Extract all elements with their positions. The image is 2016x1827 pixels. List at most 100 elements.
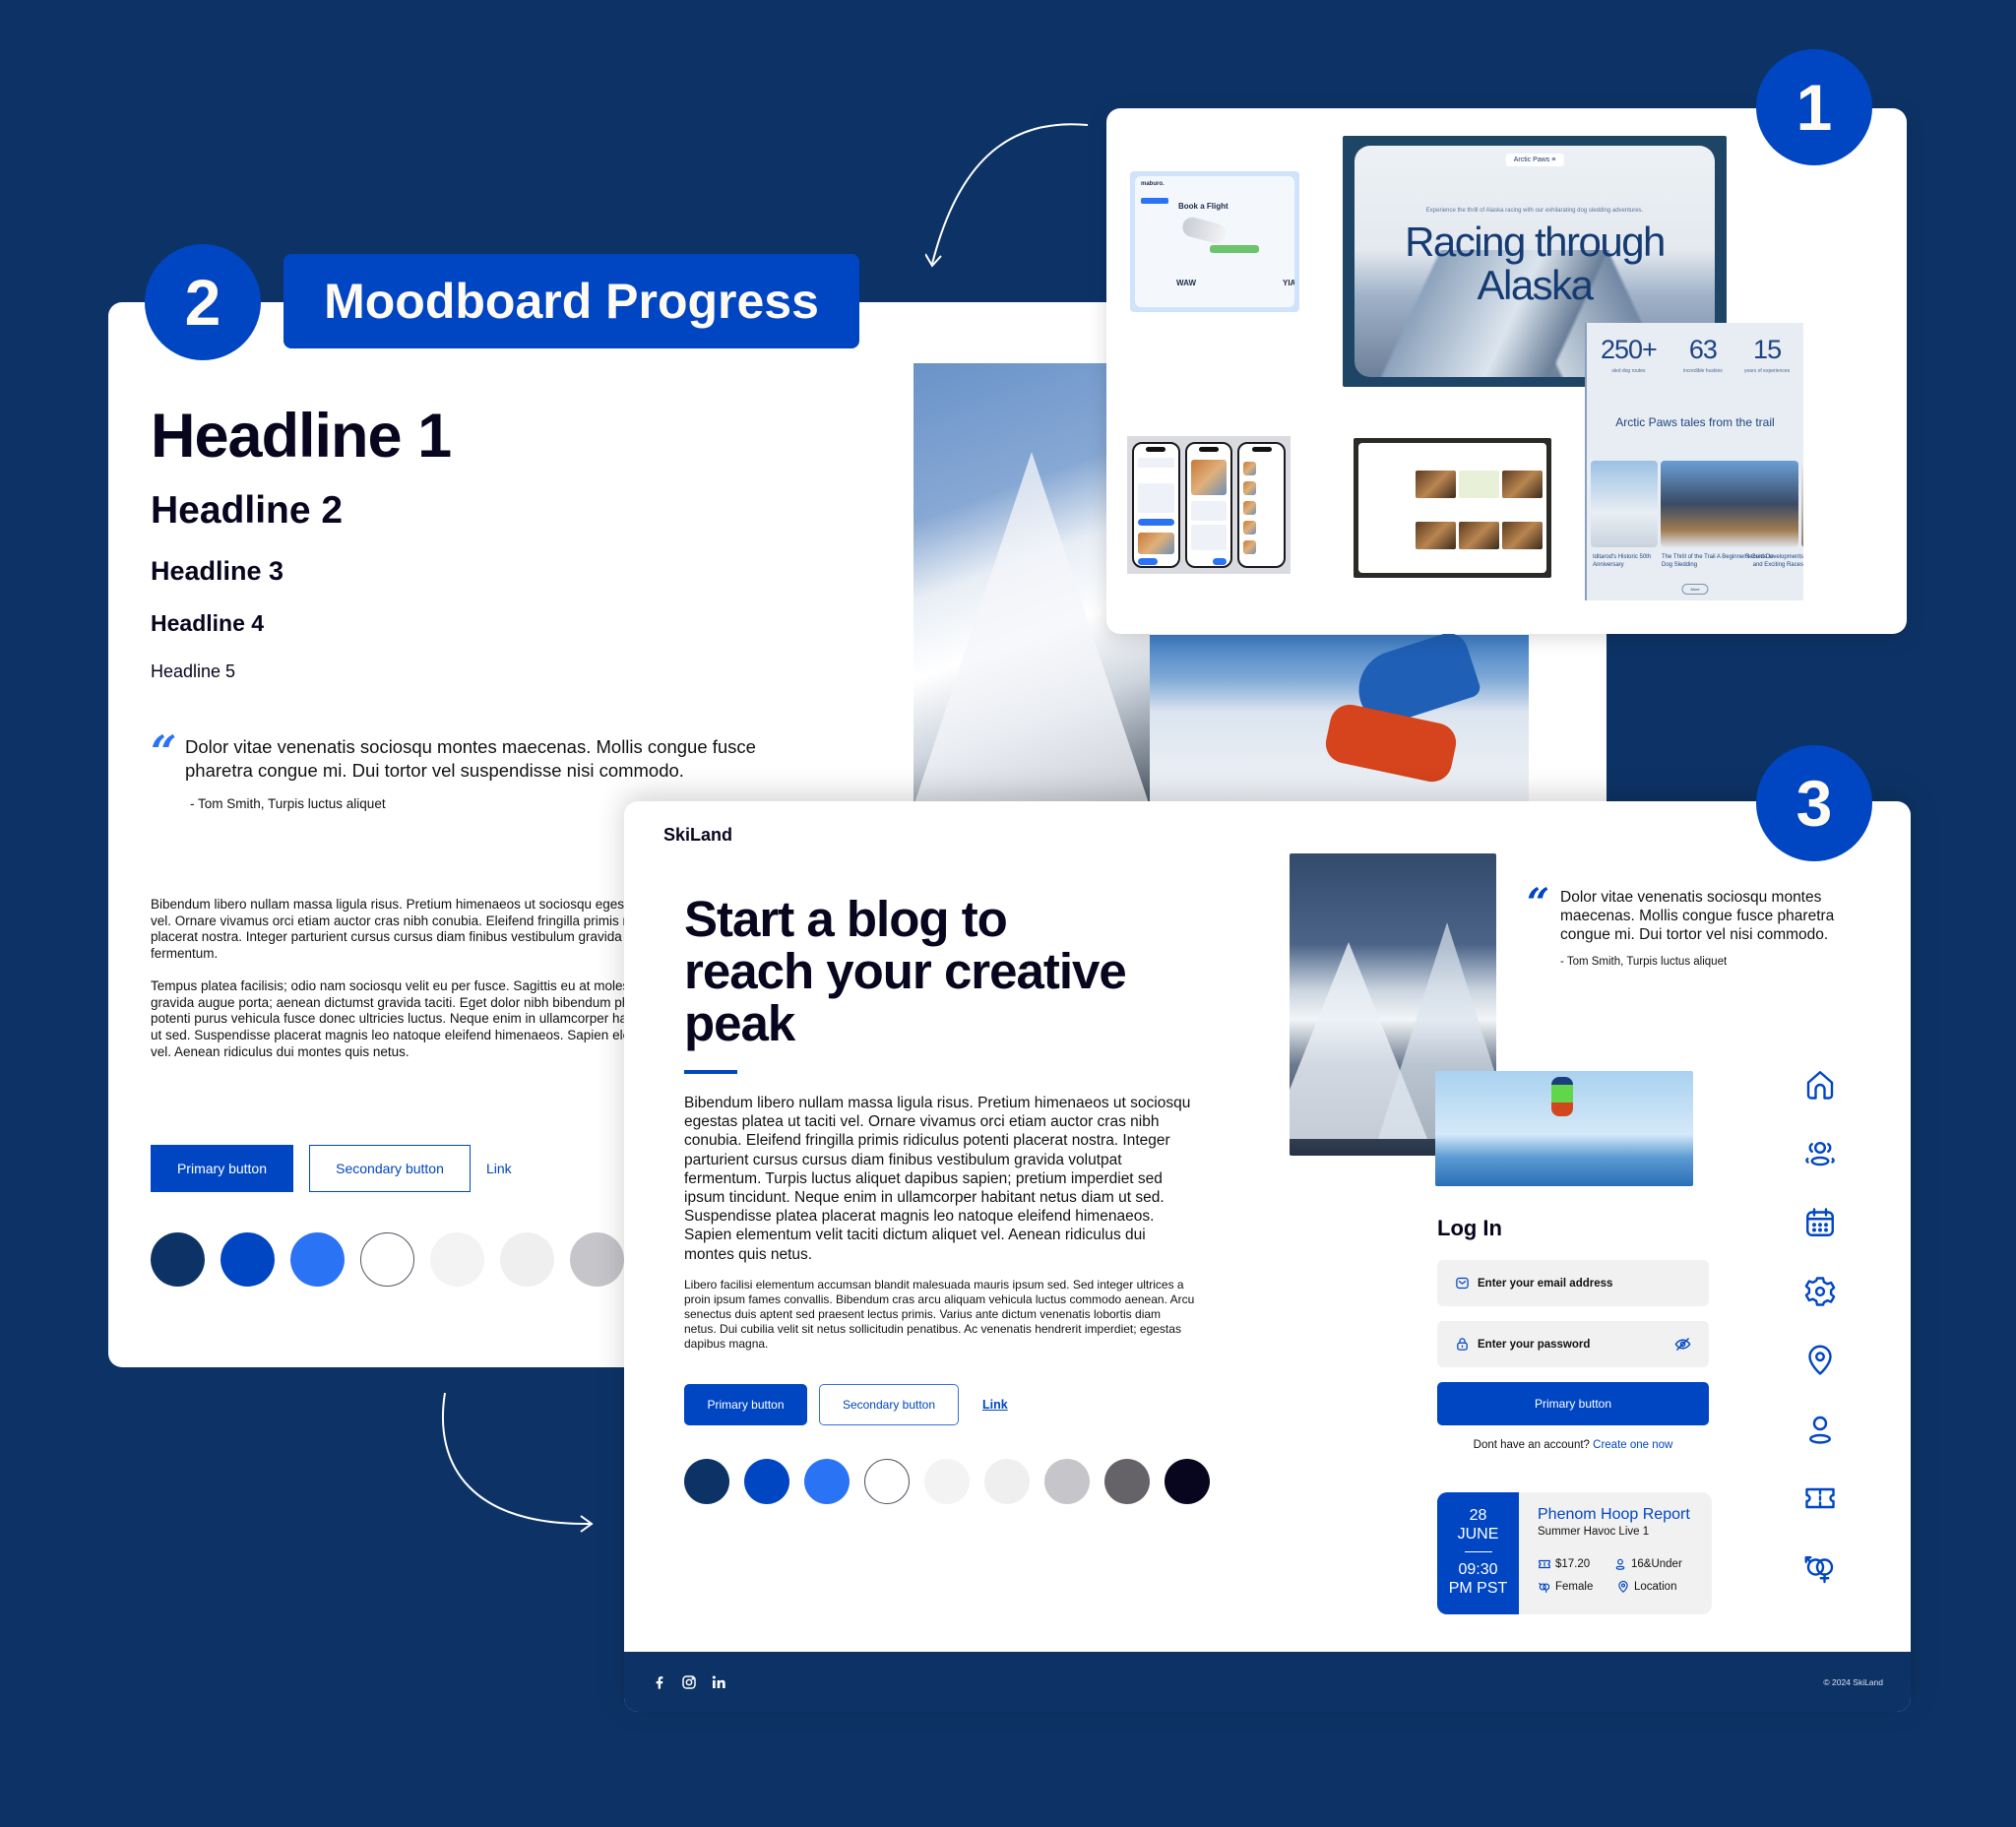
stat-item: 15 years of experiences xyxy=(1744,335,1790,374)
phone-screen xyxy=(1132,442,1180,568)
stat-item: 250+ sled dog routes xyxy=(1601,335,1658,374)
text-link[interactable]: Link xyxy=(486,1161,512,1176)
home-icon[interactable] xyxy=(1802,1067,1838,1102)
eye-off-icon[interactable] xyxy=(1674,1336,1691,1353)
jumping-skier xyxy=(1551,1077,1573,1116)
tale-photo xyxy=(1801,461,1803,547)
headline-2: Headline 2 xyxy=(151,489,344,532)
arrow-1-to-2-icon xyxy=(925,123,1089,268)
color-swatch xyxy=(744,1459,789,1504)
primary-button[interactable]: Primary button xyxy=(151,1145,293,1192)
button-row: Primary button Secondary button Link xyxy=(151,1145,512,1192)
user-icon[interactable] xyxy=(1802,1412,1838,1447)
event-zone: PM PST xyxy=(1448,1580,1508,1597)
quote-mark-icon: “ xyxy=(1527,880,1550,926)
event-age-text: 16&Under xyxy=(1631,1558,1682,1570)
phone-image xyxy=(1138,533,1174,554)
icon-set xyxy=(1802,1067,1838,1585)
flight-search-button xyxy=(1210,245,1259,253)
dashboard-tile xyxy=(1502,471,1543,498)
event-month: JUNE xyxy=(1457,1526,1499,1543)
text-link[interactable]: Link xyxy=(982,1398,1008,1412)
tales-gallery xyxy=(1591,461,1803,547)
ticket-icon[interactable] xyxy=(1802,1480,1838,1516)
skier-pants xyxy=(1322,701,1460,786)
login-submit-button[interactable]: Primary button xyxy=(1437,1382,1709,1425)
ski-jump-photo xyxy=(1435,1071,1693,1186)
password-field[interactable]: Enter your password xyxy=(1437,1321,1709,1367)
primary-button[interactable]: Primary button xyxy=(684,1384,807,1425)
secondary-button[interactable]: Secondary button xyxy=(309,1145,471,1192)
flight-app: maburo. Book a Flight WAW YIA xyxy=(1135,176,1294,307)
phone-screen xyxy=(1184,442,1233,568)
headline-4: Headline 4 xyxy=(151,610,265,636)
password-placeholder: Enter your password xyxy=(1478,1338,1591,1351)
tales-title: Arctic Paws tales from the trail xyxy=(1615,415,1775,429)
phone-block xyxy=(1190,525,1228,550)
color-swatch xyxy=(1044,1459,1090,1504)
phone-image xyxy=(1243,501,1257,515)
email-placeholder: Enter your email address xyxy=(1478,1277,1613,1290)
gender-icon[interactable] xyxy=(1802,1549,1838,1585)
phone-screen xyxy=(1237,442,1287,568)
email-field[interactable]: Enter your email address xyxy=(1437,1260,1709,1306)
headline-3: Headline 3 xyxy=(151,556,284,586)
event-gender-text: Female xyxy=(1555,1581,1594,1593)
phone-image xyxy=(1243,521,1257,535)
body-text-small: Libero facilisi elementum accumsan bland… xyxy=(684,1278,1195,1351)
phone-notch xyxy=(1251,447,1272,452)
copyright: © 2024 SkiLand xyxy=(1823,1676,1883,1687)
event-price: $17.20 xyxy=(1538,1557,1590,1571)
secondary-button[interactable]: Secondary button xyxy=(819,1384,959,1425)
stat-label: years of experiences xyxy=(1744,368,1791,374)
color-swatch xyxy=(924,1459,970,1504)
hero-divider xyxy=(684,1070,737,1074)
location-pin-icon[interactable] xyxy=(1802,1343,1838,1378)
inspiration-card: Arctic Paws ≡ Experience the thrill of A… xyxy=(1106,108,1907,634)
login-title: Log In xyxy=(1437,1216,1502,1240)
signup-text: Dont have an account? xyxy=(1473,1439,1590,1451)
dashboard-tile xyxy=(1459,522,1499,549)
alaska-subtitle: Experience the thrill of Alaska racing w… xyxy=(1425,208,1644,214)
moodboard-title-text: Moodboard Progress xyxy=(324,274,819,329)
event-time: 09:30 xyxy=(1458,1561,1498,1578)
flight-from: WAW xyxy=(1176,279,1196,287)
mail-icon xyxy=(1456,1277,1469,1290)
button-row: Primary button Secondary button Link xyxy=(684,1384,1008,1425)
dashboard-tile xyxy=(1502,522,1543,549)
event-price-text: $17.20 xyxy=(1555,1558,1591,1570)
phone-button xyxy=(1212,558,1228,565)
event-location-text: Location xyxy=(1634,1581,1677,1593)
phone-notch xyxy=(1199,447,1219,452)
location-pin-icon xyxy=(1618,1580,1628,1594)
phone-button xyxy=(1138,519,1174,526)
linkedin-icon[interactable] xyxy=(711,1674,726,1690)
color-swatch xyxy=(864,1459,910,1504)
footer: © 2024 SkiLand xyxy=(624,1652,1911,1712)
step-badge-1-label: 1 xyxy=(1796,71,1833,144)
color-swatch xyxy=(570,1232,624,1287)
more-button: More xyxy=(1681,584,1709,595)
color-swatch xyxy=(430,1232,484,1287)
dashboard-screen xyxy=(1358,443,1546,573)
ticket-icon xyxy=(1539,1559,1550,1569)
color-swatch xyxy=(1165,1459,1210,1504)
calendar-icon[interactable] xyxy=(1802,1205,1838,1240)
color-swatch xyxy=(220,1232,275,1287)
facebook-icon[interactable] xyxy=(652,1674,667,1690)
airplane-image xyxy=(1180,215,1228,246)
phone-notch xyxy=(1146,447,1166,452)
instagram-icon[interactable] xyxy=(681,1674,697,1690)
arrow-2-to-3-icon xyxy=(441,1392,594,1533)
users-group-icon[interactable] xyxy=(1802,1136,1838,1171)
event-card[interactable]: 28 JUNE 09:30 PM PST Phenom Hoop Report … xyxy=(1437,1492,1712,1614)
gear-icon[interactable] xyxy=(1802,1274,1838,1309)
quote-text: Dolor vitae venenatis sociosqu montes ma… xyxy=(185,736,756,781)
skiland-page-card: SkiLand Start a blog to reach your creat… xyxy=(624,801,1911,1712)
event-day: 28 xyxy=(1469,1507,1487,1524)
brand-logo[interactable]: SkiLand xyxy=(663,825,732,846)
create-account-link[interactable]: Create one now xyxy=(1593,1439,1672,1451)
quote-mark-icon: “ xyxy=(151,725,177,779)
phone-block xyxy=(1138,483,1174,513)
lock-icon xyxy=(1457,1338,1468,1351)
